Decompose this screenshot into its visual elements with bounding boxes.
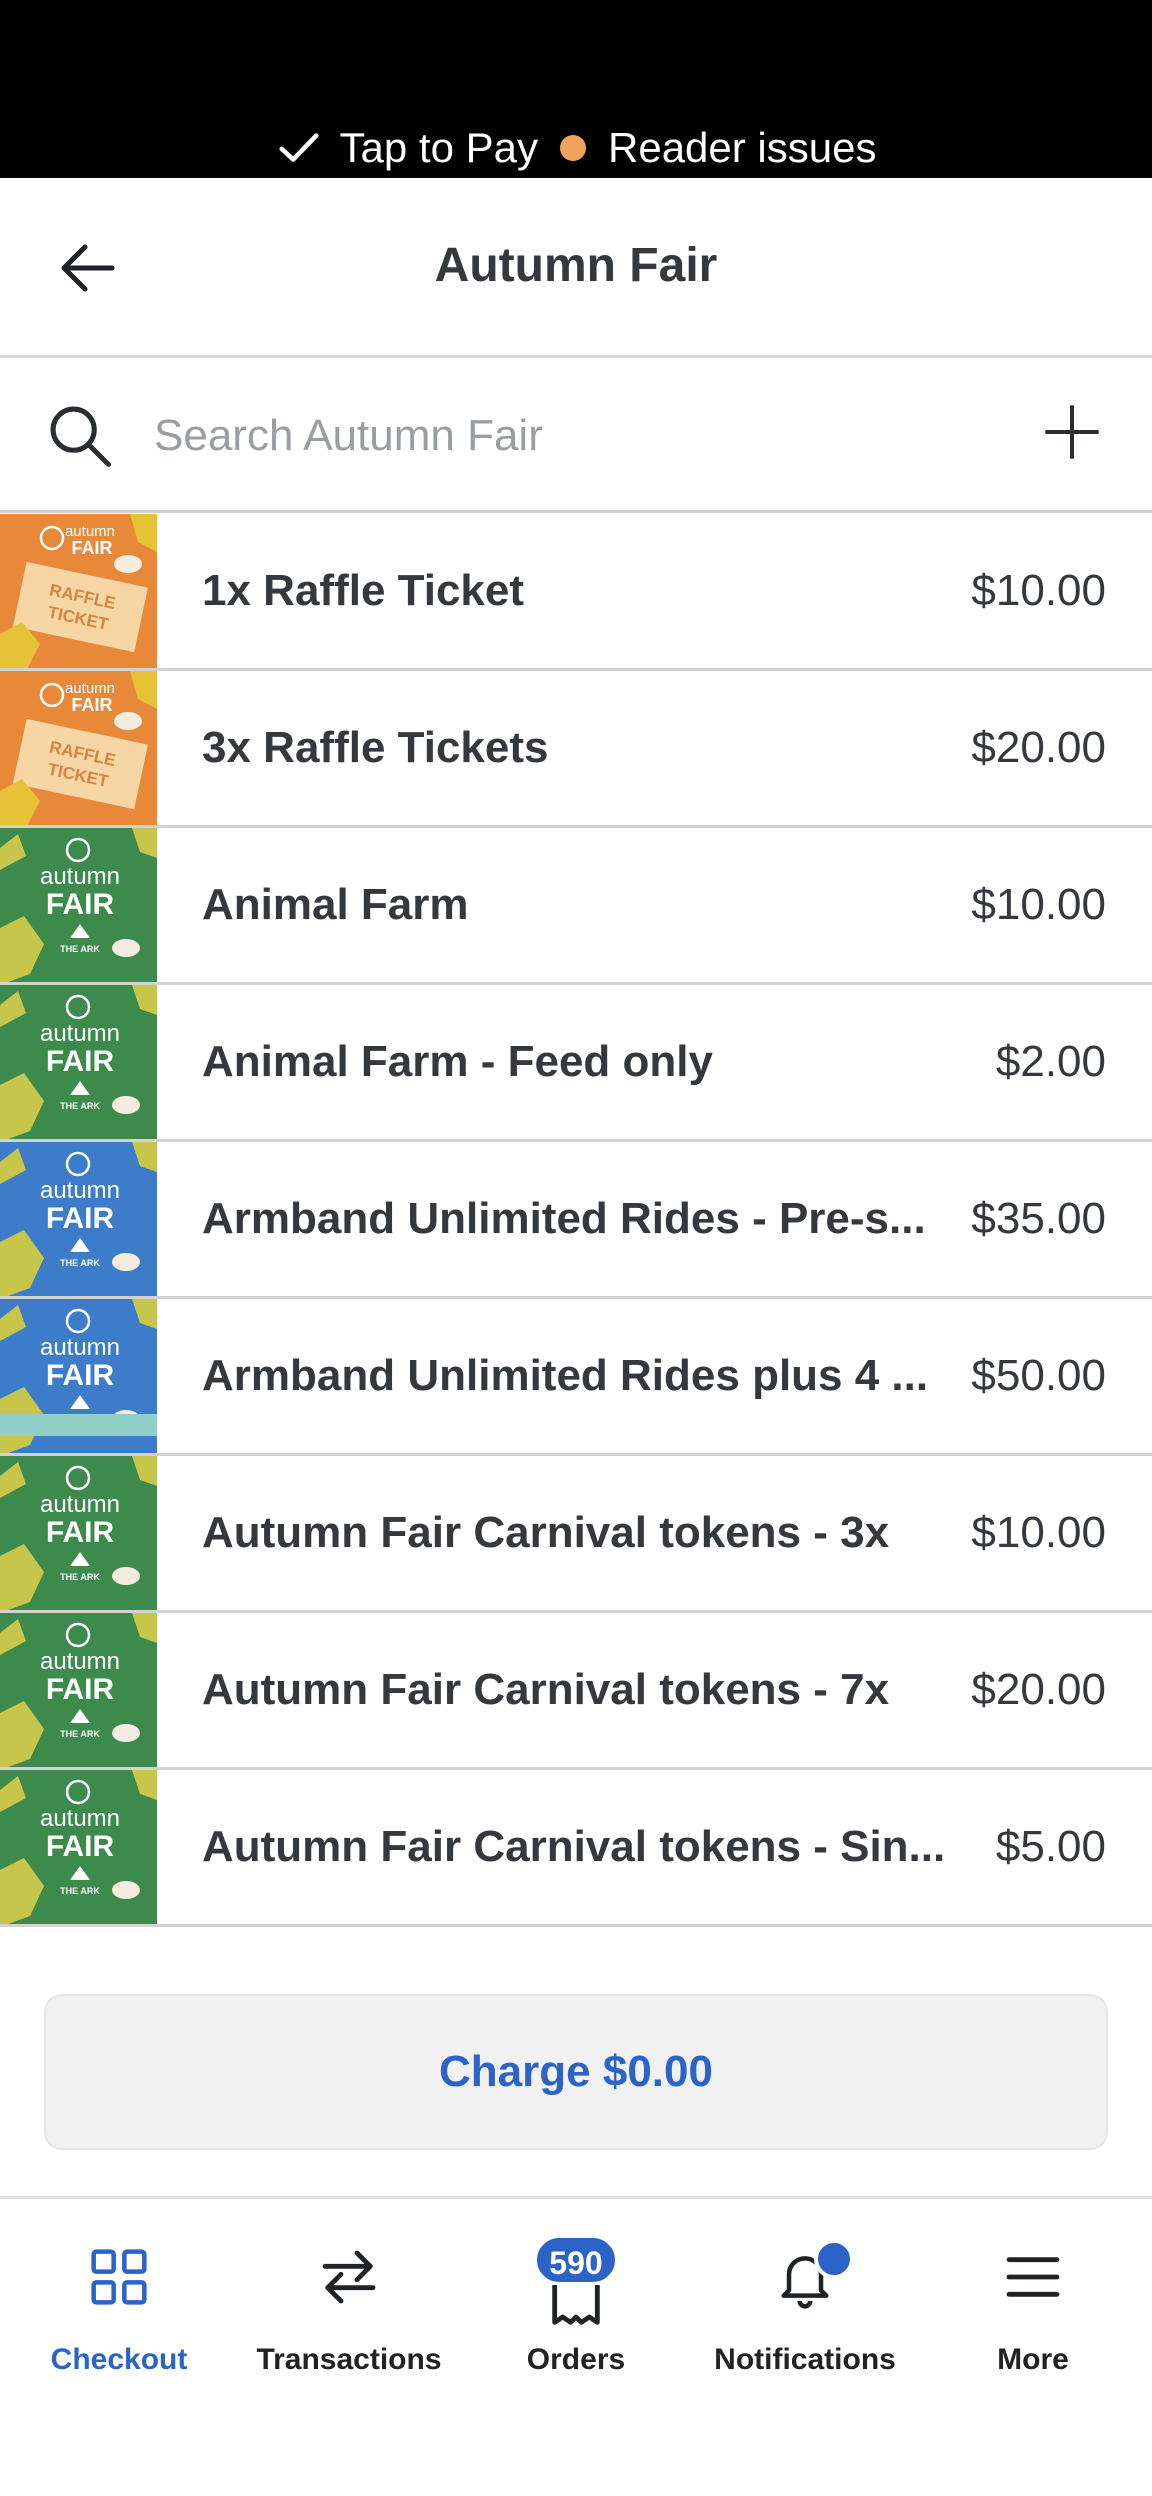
product-price: $5.00 (995, 1822, 1106, 1871)
tab-orders[interactable]: 590 Orders (461, 2199, 691, 2419)
svg-text:FAIR: FAIR (46, 1202, 115, 1235)
product-price: $20.00 (971, 1665, 1106, 1714)
product-row[interactable]: autumn FAIR THE ARK Autumn Fair Carnival to… (0, 1613, 1152, 1770)
product-thumbnail: autumn FAIR RAFFLE TICKET (0, 514, 157, 668)
product-row[interactable]: autumn FAIR THE ARK Animal Farm $10.00 (0, 828, 1152, 985)
tab-label: Notifications (714, 2343, 896, 2376)
svg-text:autumn: autumn (40, 863, 120, 890)
bottom-tab-bar: Checkout Transactions 590 Orders Notific… (0, 2196, 1152, 2496)
partial-thumbnail (0, 1414, 157, 1436)
product-thumbnail: autumn FAIR RAFFLE TICKET (0, 671, 157, 825)
page-header: Autumn Fair (0, 178, 1152, 358)
product-price: $10.00 (971, 880, 1106, 929)
svg-text:autumn: autumn (40, 1020, 120, 1047)
tab-label: Transactions (256, 2343, 442, 2376)
product-row[interactable]: autumnFAIR THE ARK Armband Unlimited Rides… (0, 1142, 1152, 1299)
tab-label: Orders (526, 2343, 626, 2376)
tab-notifications[interactable]: Notifications (690, 2199, 920, 2419)
tap-to-pay-label: Tap to Pay (339, 124, 538, 171)
svg-text:autumn: autumn (40, 1491, 120, 1518)
tab-transactions[interactable]: Transactions (234, 2199, 464, 2419)
product-name: Animal Farm - Feed only (202, 1037, 713, 1086)
product-thumbnail: autumnFAIR THE ARK (0, 1770, 157, 1924)
product-price: $10.00 (971, 1508, 1106, 1557)
status-strip: Tap to Pay Reader issues (0, 0, 1152, 178)
product-price: $2.00 (995, 1037, 1106, 1086)
svg-text:FAIR: FAIR (46, 1045, 115, 1078)
plus-icon[interactable] (1042, 402, 1102, 462)
menu-icon (1006, 2257, 1060, 2297)
svg-text:FAIR: FAIR (46, 1673, 115, 1706)
product-row[interactable]: autumn FAIR RAFFLE TICKET 3x Raffle Tickets $… (0, 671, 1152, 828)
search-input[interactable] (154, 400, 954, 472)
orders-badge: 590 (534, 2235, 618, 2285)
tab-label: Checkout (50, 2343, 188, 2376)
svg-text:THE ARK: THE ARK (60, 1258, 100, 1268)
svg-text:THE ARK: THE ARK (60, 1729, 100, 1739)
product-name: 3x Raffle Tickets (202, 723, 549, 772)
product-name: 1x Raffle Ticket (202, 566, 525, 615)
product-name: Autumn Fair Carnival tokens - 3x (202, 1508, 890, 1557)
svg-text:autumn: autumn (40, 1648, 120, 1675)
tab-more[interactable]: More (918, 2199, 1148, 2419)
svg-text:FAIR: FAIR (46, 1516, 115, 1549)
svg-text:THE ARK: THE ARK (60, 1572, 100, 1582)
tab-label: More (997, 2343, 1069, 2376)
svg-text:autumn: autumn (40, 1177, 120, 1204)
svg-text:FAIR: FAIR (71, 538, 112, 558)
svg-text:FAIR: FAIR (71, 695, 112, 715)
reader-status[interactable]: Tap to Pay Reader issues (0, 118, 1152, 178)
svg-text:FAIR: FAIR (46, 888, 115, 921)
product-list: autumn FAIR RAFFLE TICKET 1x Raffle Ticket $1… (0, 514, 1152, 1950)
product-thumbnail: autumnFAIR THE ARK (0, 828, 157, 982)
page-title: Autumn Fair (434, 239, 718, 292)
svg-text:FAIR: FAIR (46, 1830, 115, 1863)
charge-button[interactable]: Charge $0.00 (44, 1994, 1108, 2150)
product-price: $10.00 (971, 566, 1106, 615)
product-name: Autumn Fair Carnival tokens - Sin... (202, 1822, 946, 1871)
checkmark-icon (278, 133, 319, 162)
svg-text:THE ARK: THE ARK (60, 1886, 100, 1896)
product-price: $20.00 (971, 723, 1106, 772)
product-thumbnail: autumnFAIR THE ARK (0, 1142, 157, 1296)
product-thumbnail: autumnFAIR THE ARK (0, 985, 157, 1139)
notification-dot (814, 2239, 854, 2279)
product-thumbnail: autumnFAIR THE ARK (0, 1613, 157, 1767)
product-row[interactable]: autumn FAIR RAFFLE TICKET 1x Raffle Ticket $1… (0, 514, 1152, 671)
product-row[interactable]: autumn FAIR THE ARK Autumn Fair Carnival to… (0, 1770, 1152, 1927)
product-name: Autumn Fair Carnival tokens - 7x (202, 1665, 890, 1714)
product-name: Animal Farm (202, 880, 469, 929)
product-row[interactable]: autumn FAIR THE ARK Animal Farm - Feed only… (0, 985, 1152, 1142)
svg-text:THE ARK: THE ARK (60, 1101, 100, 1111)
svg-text:THE ARK: THE ARK (60, 944, 100, 954)
svg-text:autumn: autumn (40, 1805, 120, 1832)
product-name: Armband Unlimited Rides plus 4 ... (202, 1351, 929, 1400)
product-thumbnail: autumnFAIR THE ARK (0, 1456, 157, 1610)
arrows-swap-icon (322, 2250, 376, 2304)
grid-icon (91, 2249, 147, 2305)
search-icon (50, 406, 112, 468)
svg-text:FAIR: FAIR (46, 1359, 115, 1392)
product-price: $35.00 (971, 1194, 1106, 1243)
product-price: $50.00 (971, 1351, 1106, 1400)
product-name: Armband Unlimited Rides - Pre-s... (202, 1194, 926, 1243)
tab-checkout[interactable]: Checkout (4, 2199, 234, 2419)
product-row[interactable]: autumn FAIR THE ARK Autumn Fair Carnival to… (0, 1456, 1152, 1613)
search-bar (0, 360, 1152, 513)
reader-issues-label: Reader issues (608, 124, 877, 171)
product-row[interactable]: autumnFAIRTHE ARKArmband Unlimited Rides… (0, 1299, 1152, 1456)
reader-warning-dot (560, 135, 586, 161)
svg-text:autumn: autumn (40, 1334, 120, 1361)
